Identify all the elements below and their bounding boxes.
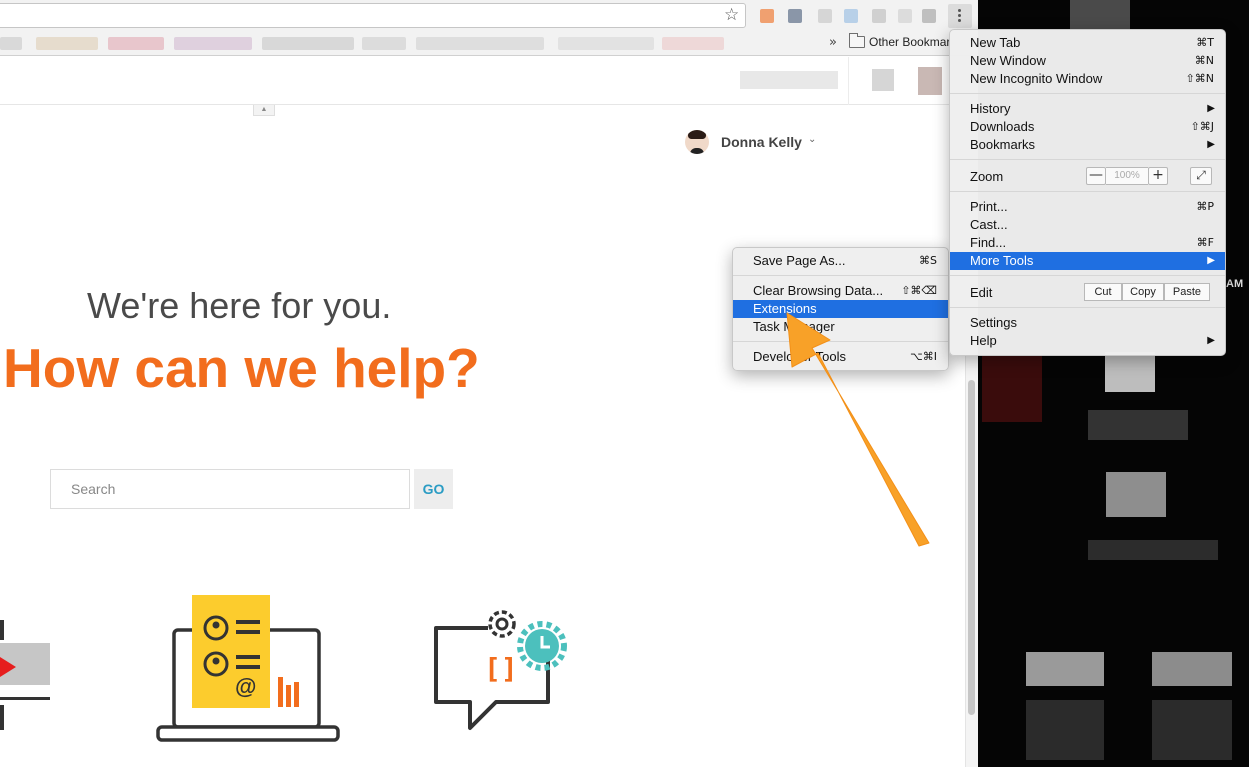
annotation-arrow: [786, 312, 930, 547]
screen: AM ☆ » Other Bookmar ▲ Donna Kelly ⌄ We'…: [0, 0, 1249, 767]
